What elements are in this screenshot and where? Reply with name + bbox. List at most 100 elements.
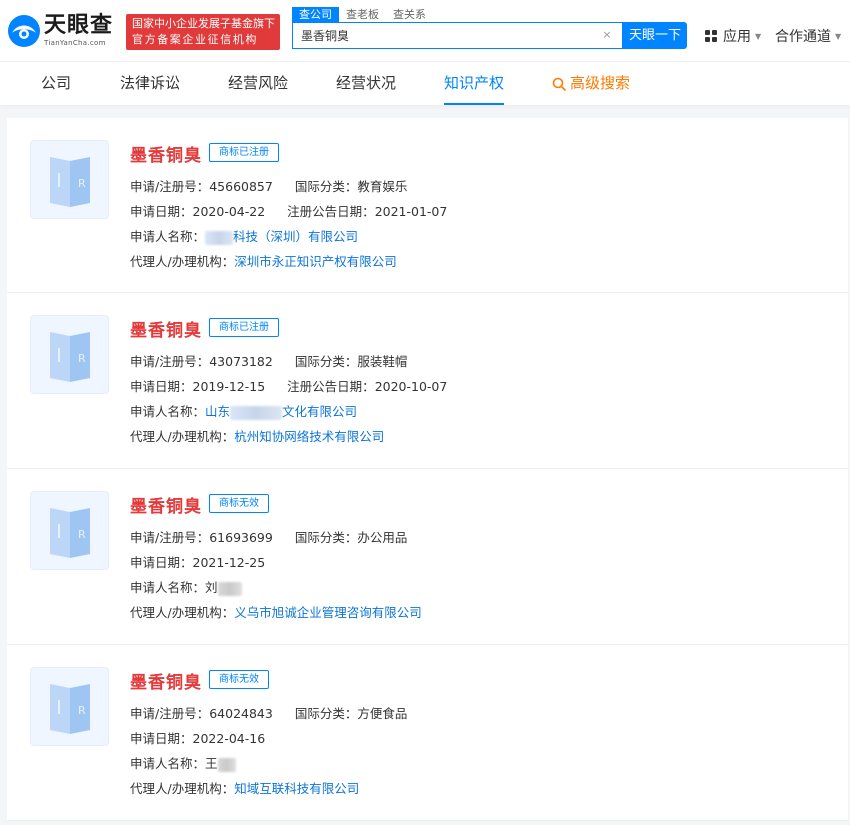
partner-menu[interactable]: 合作通道 ▼ <box>775 26 841 46</box>
applicant-label: 申请人名称： <box>130 404 206 419</box>
applicant-label: 申请人名称： <box>130 580 206 595</box>
site-logo[interactable]: 天眼查 TianYanCha.com <box>7 11 121 51</box>
agent-link[interactable]: 杭州知协网络技术有限公司 <box>234 429 384 444</box>
search-input[interactable] <box>293 28 593 43</box>
intl-class-value: 服装鞋帽 <box>357 354 408 369</box>
trademark-thumbnail[interactable]: R <box>30 140 109 219</box>
trademark-list: R 墨香铜臭 商标已注册 申请/注册号：45660857 国际分类：教育娱乐 申请… <box>7 118 848 821</box>
applicant-prefix: 刘 <box>205 580 218 595</box>
reg-no-value: 43073182 <box>209 354 273 369</box>
agent-link[interactable]: 深圳市永正知识产权有限公司 <box>234 254 397 269</box>
category-nav: 公司 法律诉讼 经营风险 经营状况 知识产权 高级搜索 <box>0 61 850 105</box>
redacted-text <box>217 757 236 772</box>
reg-info-row: 申请/注册号：64024843 国际分类：方便食品 <box>130 703 407 722</box>
redacted-text <box>230 405 283 420</box>
book-placeholder-icon: R <box>49 683 90 734</box>
trademark-name[interactable]: 墨香铜臭 <box>130 316 202 341</box>
reg-no-label: 申请/注册号： <box>130 706 210 721</box>
apply-date-label: 申请日期： <box>130 555 193 570</box>
reg-no-value: 45660857 <box>209 179 273 194</box>
agent-label: 代理人/办理机构： <box>130 254 235 269</box>
nav-operation[interactable]: 经营状况 <box>336 62 396 105</box>
date-row: 申请日期：2022-04-16 <box>130 728 265 747</box>
trademark-card[interactable]: R 墨香铜臭 商标已注册 申请/注册号：45660857 国际分类：教育娱乐 申请… <box>7 118 848 293</box>
agent-row: 代理人/办理机构：知域互联科技有限公司 <box>130 778 359 797</box>
intl-class-label: 国际分类： <box>294 706 358 721</box>
applicant-row: 申请人名称： 科技（深圳）有限公司 <box>130 226 358 245</box>
chevron-down-icon: ▼ <box>835 31 842 41</box>
top-header: 天眼查 TianYanCha.com 国家中小企业发展子基金旗下 官方备案企业征… <box>0 0 850 61</box>
agent-row: 代理人/办理机构：杭州知协网络技术有限公司 <box>130 426 384 445</box>
intl-class-label: 国际分类： <box>294 530 358 545</box>
applicant-row: 申请人名称：刘 <box>130 577 242 596</box>
applicant-row: 申请人名称：王 <box>130 753 236 772</box>
book-placeholder-icon: R <box>49 331 90 382</box>
svg-text:R: R <box>78 177 86 190</box>
apply-date-value: 2021-12-25 <box>192 555 266 570</box>
search-box: × <box>292 22 623 49</box>
intl-class-value: 教育娱乐 <box>357 179 408 194</box>
chevron-down-icon: ▼ <box>755 31 762 41</box>
reg-no-label: 申请/注册号： <box>130 354 210 369</box>
applicant-prefix: 王 <box>205 756 218 771</box>
agent-link[interactable]: 知域互联科技有限公司 <box>234 781 359 796</box>
applicant-label: 申请人名称： <box>130 229 206 244</box>
trademark-name[interactable]: 墨香铜臭 <box>130 668 202 693</box>
logo-domain: TianYanCha.com <box>44 39 106 47</box>
applicant-link[interactable]: 文化有限公司 <box>282 404 357 419</box>
applicant-link-prefix[interactable]: 山东 <box>205 404 230 419</box>
nav-advanced-search[interactable]: 高级搜索 <box>552 62 630 105</box>
nav-risk[interactable]: 经营风险 <box>228 62 288 105</box>
applicant-row: 申请人名称：山东 文化有限公司 <box>130 401 357 420</box>
reg-no-label: 申请/注册号： <box>130 179 210 194</box>
announce-date-value: 2021-01-07 <box>374 204 448 219</box>
nav-company[interactable]: 公司 <box>41 62 71 105</box>
trademark-name[interactable]: 墨香铜臭 <box>130 141 202 166</box>
apply-date-label: 申请日期： <box>130 731 193 746</box>
agent-label: 代理人/办理机构： <box>130 781 235 796</box>
search-type-tabs: 查公司 查老板 查关系 <box>292 7 433 22</box>
slogan-line-2: 官方备案企业征信机构 <box>132 33 258 46</box>
applicant-link[interactable]: 科技（深圳）有限公司 <box>233 229 358 244</box>
tab-search-boss[interactable]: 查老板 <box>339 7 386 22</box>
slogan-line-1: 国家中小企业发展子基金旗下 <box>132 17 275 30</box>
date-row: 申请日期：2021-12-25 <box>130 552 265 571</box>
apps-menu[interactable]: 应用 ▼ <box>705 26 761 46</box>
announce-date-label: 注册公告日期： <box>287 204 375 219</box>
nav-intellectual-property[interactable]: 知识产权 <box>444 62 505 105</box>
search-icon <box>552 77 566 91</box>
date-row: 申请日期：2020-04-22 注册公告日期：2021-01-07 <box>130 201 447 220</box>
nav-legal[interactable]: 法律诉讼 <box>120 62 180 105</box>
apply-date-label: 申请日期： <box>130 379 193 394</box>
svg-text:R: R <box>78 352 86 365</box>
agent-row: 代理人/办理机构：义乌市旭诚企业管理咨询有限公司 <box>130 602 422 621</box>
trademark-thumbnail[interactable]: R <box>30 491 109 570</box>
slogan-banner: 国家中小企业发展子基金旗下 官方备案企业征信机构 <box>126 14 280 50</box>
trademark-card[interactable]: R 墨香铜臭 商标无效 申请/注册号：61693699 国际分类：办公用品 申请日… <box>7 469 848 645</box>
intl-class-value: 方便食品 <box>357 706 408 721</box>
trademark-thumbnail[interactable]: R <box>30 667 109 746</box>
svg-text:R: R <box>78 528 86 541</box>
trademark-card[interactable]: R 墨香铜臭 商标已注册 申请/注册号：43073182 国际分类：服装鞋帽 申请… <box>7 293 848 469</box>
logo-text: 天眼查 <box>44 13 114 38</box>
search-button[interactable]: 天眼一下 <box>623 22 687 49</box>
trademark-card[interactable]: R 墨香铜臭 商标无效 申请/注册号：64024843 国际分类：方便食品 申请日… <box>7 645 848 821</box>
date-row: 申请日期：2019-12-15 注册公告日期：2020-10-07 <box>130 376 447 395</box>
reg-no-label: 申请/注册号： <box>130 530 210 545</box>
trademark-name[interactable]: 墨香铜臭 <box>130 492 202 517</box>
agent-link[interactable]: 义乌市旭诚企业管理咨询有限公司 <box>234 605 422 620</box>
agent-label: 代理人/办理机构： <box>130 429 235 444</box>
advanced-search-label: 高级搜索 <box>570 74 631 92</box>
reg-no-value: 61693699 <box>209 530 273 545</box>
status-badge: 商标无效 <box>209 670 269 689</box>
tab-search-company[interactable]: 查公司 <box>292 7 339 22</box>
tab-search-relation[interactable]: 查关系 <box>386 7 433 22</box>
clear-search-icon[interactable]: × <box>600 28 614 42</box>
apps-grid-icon <box>705 29 718 43</box>
apps-label: 应用 <box>723 29 751 45</box>
trademark-thumbnail[interactable]: R <box>30 315 109 394</box>
reg-info-row: 申请/注册号：61693699 国际分类：办公用品 <box>130 527 407 546</box>
reg-no-value: 64024843 <box>209 706 273 721</box>
book-placeholder-icon: R <box>49 156 90 207</box>
intl-class-value: 办公用品 <box>357 530 408 545</box>
